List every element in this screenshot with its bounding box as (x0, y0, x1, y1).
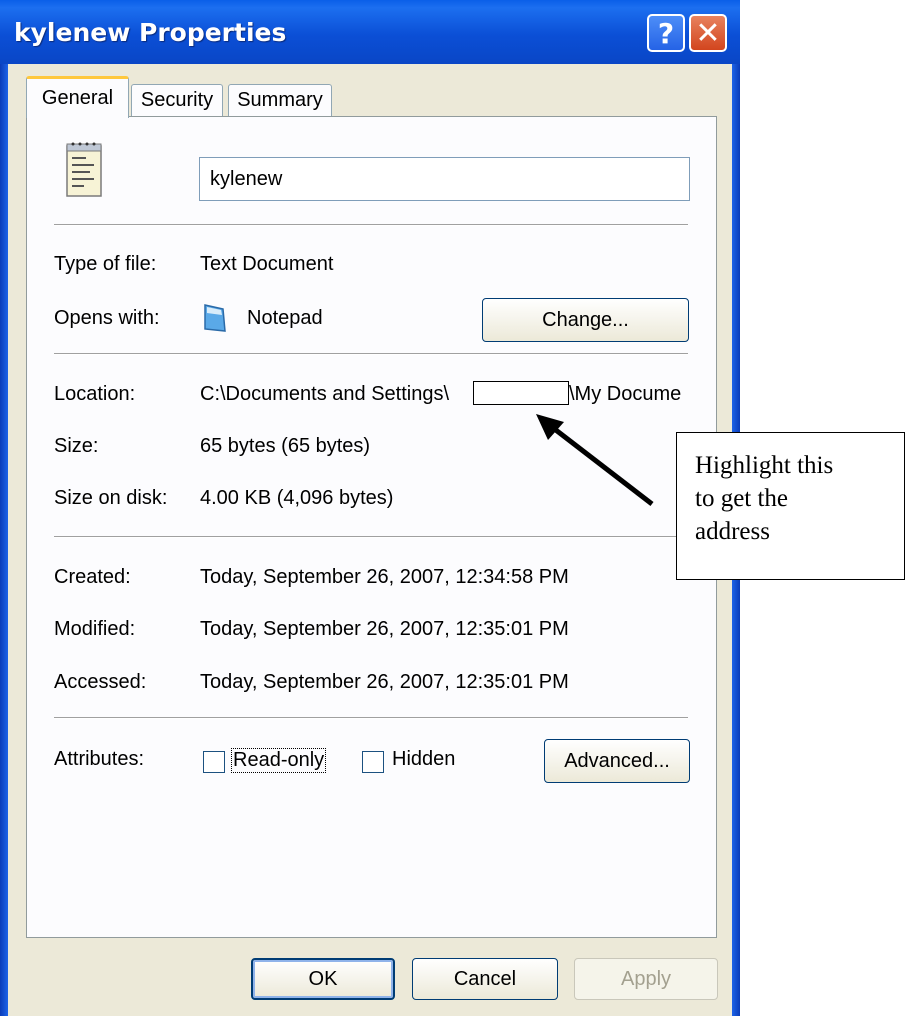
divider (54, 536, 688, 538)
size-on-disk-value: 4.00 KB (4,096 bytes) (200, 487, 394, 509)
modified-value: Today, September 26, 2007, 12:35:01 PM (200, 618, 569, 640)
callout-line-2: to get the (695, 485, 789, 512)
size-value: 65 bytes (65 bytes) (200, 435, 371, 457)
created-value: Today, September 26, 2007, 12:34:58 PM (200, 566, 569, 588)
hidden-checkbox[interactable] (362, 751, 384, 773)
tab-general[interactable]: General (26, 76, 129, 118)
window-title: kylenew Properties (14, 18, 287, 47)
tab-summary[interactable]: Summary (228, 84, 332, 116)
location-prefix[interactable]: C:\Documents and Settings\ (200, 383, 449, 406)
created-label: Created: (54, 566, 131, 588)
general-tab-panel (26, 116, 717, 938)
accessed-label: Accessed: (54, 671, 147, 693)
callout-line-1: Highlight this (695, 452, 834, 479)
type-of-file-label: Type of file: (54, 253, 157, 275)
file-name-field[interactable] (199, 157, 690, 201)
annotation-arrow (536, 414, 654, 506)
divider (54, 353, 688, 355)
read-only-checkbox[interactable] (203, 751, 225, 773)
callout-line-3: address (695, 518, 770, 545)
annotation-callout: Highlight this to get the address (676, 432, 905, 580)
cancel-button[interactable]: Cancel (412, 958, 558, 1000)
type-of-file-value: Text Document (200, 253, 334, 275)
divider (54, 717, 688, 719)
read-only-label[interactable]: Read-only (231, 748, 327, 773)
apply-button[interactable]: Apply (574, 958, 718, 1000)
notepad-document-icon (66, 142, 102, 197)
change-button[interactable]: Change... (482, 298, 689, 342)
divider (54, 224, 688, 226)
opens-with-label: Opens with: (54, 307, 160, 329)
accessed-value: Today, September 26, 2007, 12:35:01 PM (200, 671, 569, 693)
advanced-button[interactable]: Advanced... (544, 739, 690, 783)
opens-with-value: Notepad (247, 307, 323, 329)
location-suffix[interactable]: \My Docume (569, 383, 681, 406)
close-icon[interactable]: ✕ (689, 14, 727, 52)
ok-button[interactable]: OK (251, 958, 395, 1000)
hidden-label[interactable]: Hidden (392, 748, 455, 771)
window-frame-left (0, 64, 8, 1016)
tab-security[interactable]: Security (131, 84, 223, 116)
notepad-app-icon (204, 304, 226, 332)
attributes-label: Attributes: (54, 748, 145, 770)
location-label: Location: (54, 383, 136, 405)
size-label: Size: (54, 435, 99, 457)
redacted-username (473, 381, 569, 405)
help-icon[interactable]: ? (647, 14, 685, 52)
change-button-label: Change... (542, 308, 629, 331)
size-on-disk-label: Size on disk: (54, 487, 168, 509)
modified-label: Modified: (54, 618, 136, 640)
